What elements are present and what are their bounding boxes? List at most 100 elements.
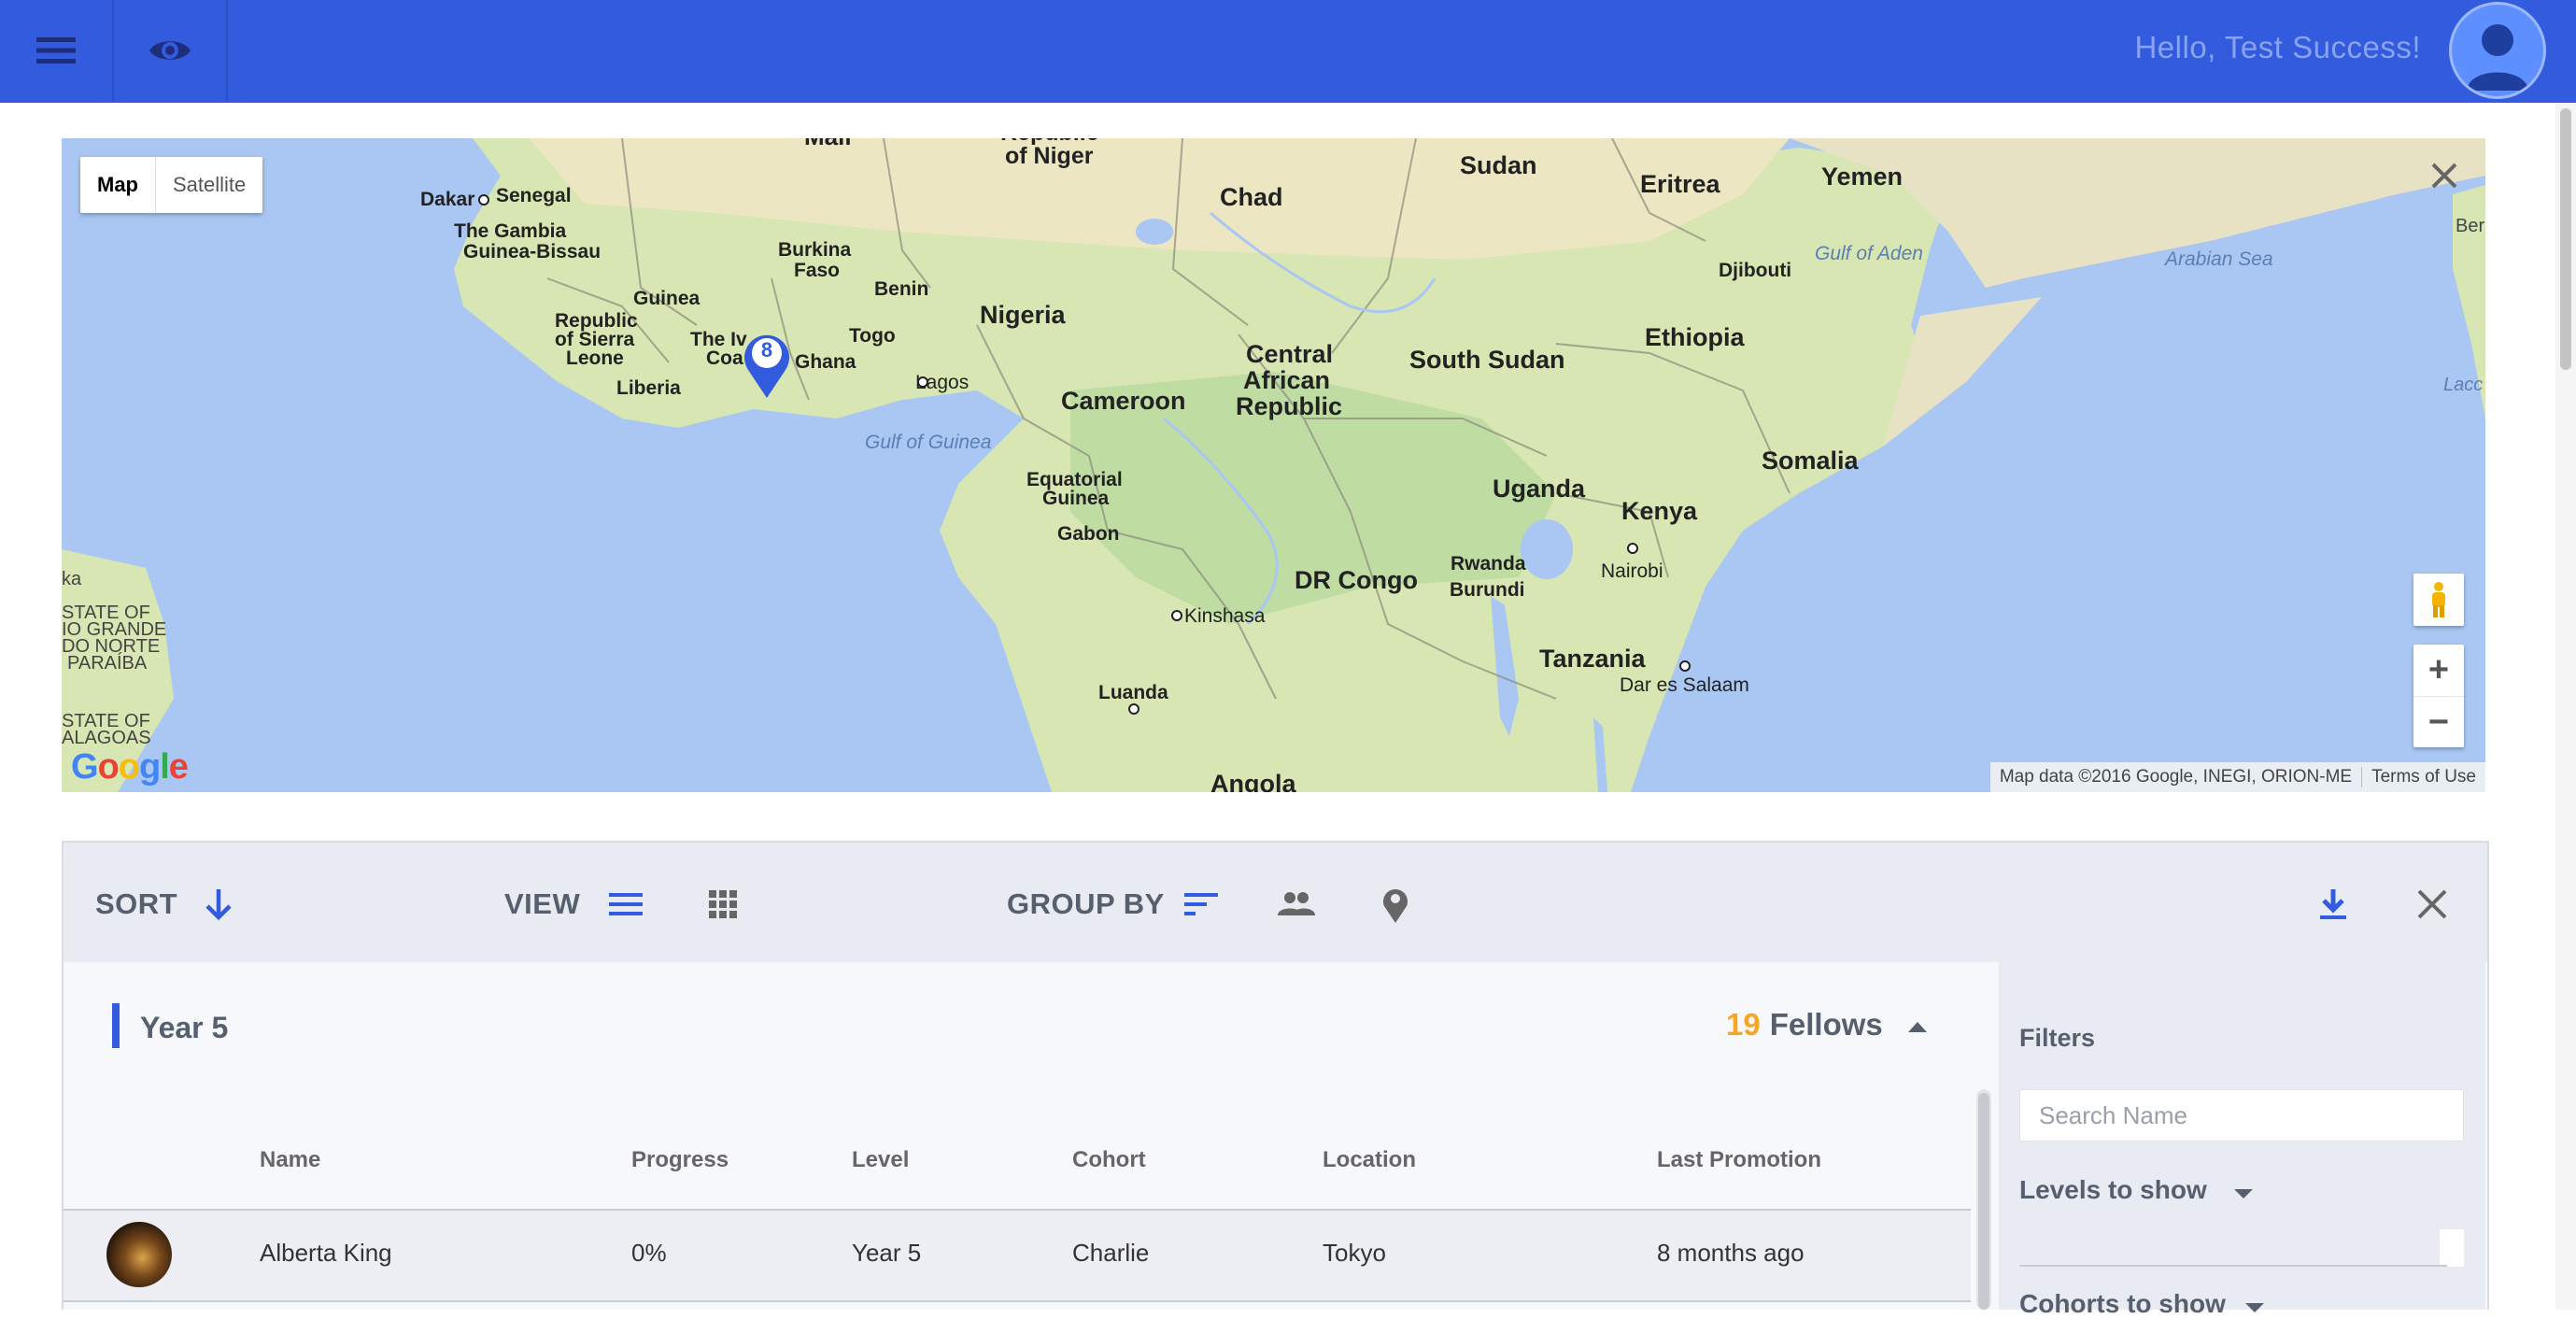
svg-text:Burkina: Burkina: [778, 239, 852, 261]
google-logo: Google: [71, 747, 189, 787]
levels-dropdown-icon[interactable]: [2232, 1184, 2255, 1203]
lake-chad: [1136, 219, 1173, 245]
svg-text:Kenya: Kenya: [1621, 497, 1698, 525]
map-marker-cluster[interactable]: 8: [741, 329, 793, 400]
group-title: Year 5: [140, 1011, 229, 1044]
svg-text:South Sudan: South Sudan: [1409, 346, 1564, 374]
svg-text:Djibouti: Djibouti: [1719, 260, 1791, 281]
svg-text:Nigeria: Nigeria: [980, 301, 1067, 329]
search-name-input[interactable]: [2019, 1089, 2464, 1142]
map-data-credit: Map data ©2016 Google, INEGI, ORION-ME: [1999, 767, 2353, 787]
svg-text:Gabon: Gabon: [1057, 523, 1120, 545]
svg-text:Kinshasa: Kinshasa: [1184, 605, 1266, 627]
svg-text:DR Congo: DR Congo: [1295, 566, 1418, 594]
filters-title: Filters: [2019, 1024, 2096, 1052]
svg-text:Dakar: Dakar: [420, 189, 474, 210]
svg-text:Leone: Leone: [566, 347, 624, 369]
top-app-bar: Hello, Test Success!: [0, 0, 2576, 103]
svg-text:Benin: Benin: [874, 278, 928, 300]
map-attribution: Map data ©2016 Google, INEGI, ORION-ME T…: [1989, 762, 2485, 792]
cell-level: Year 5: [852, 1239, 922, 1267]
collapse-group-icon[interactable]: [1905, 1014, 1930, 1039]
column-header-name[interactable]: Name: [260, 1147, 320, 1173]
svg-text:Rwanda: Rwanda: [1451, 553, 1526, 574]
sort-label: SORT: [95, 887, 178, 920]
eye-icon: [149, 41, 191, 60]
fellows-content: Year 5 19 Fellows Name Progress Level Coh…: [62, 962, 2489, 1318]
grid-view-icon[interactable]: [702, 884, 743, 925]
zoom-out-button[interactable]: −: [2413, 697, 2464, 748]
levels-divider: [2019, 1265, 2447, 1267]
cell-cohort: Charlie: [1072, 1239, 1150, 1267]
sort-arrow-down-icon[interactable]: [198, 884, 239, 925]
zoom-in-button[interactable]: +: [2413, 645, 2464, 697]
pegman-icon: [2432, 582, 2445, 617]
marker-count: 8: [760, 338, 773, 362]
group-by-location-icon[interactable]: [1375, 884, 1416, 925]
levels-to-show-label[interactable]: Levels to show: [2019, 1175, 2207, 1205]
svg-text:of Niger: of Niger: [1005, 143, 1094, 169]
svg-text:Yemen: Yemen: [1821, 163, 1903, 191]
row-divider: [64, 1300, 1971, 1302]
svg-text:Eritrea: Eritrea: [1640, 170, 1721, 198]
svg-text:Gulf of Aden: Gulf of Aden: [1815, 243, 1923, 264]
svg-text:Lacc: Lacc: [2443, 375, 2483, 395]
column-header-level[interactable]: Level: [852, 1147, 909, 1173]
cohorts-dropdown-icon[interactable]: [2243, 1298, 2266, 1317]
svg-text:Senegal: Senegal: [496, 185, 572, 206]
svg-text:Republic: Republic: [1236, 392, 1342, 420]
svg-text:Uganda: Uganda: [1493, 475, 1586, 503]
column-header-location[interactable]: Location: [1323, 1147, 1416, 1173]
download-icon[interactable]: [2313, 884, 2354, 925]
map-type-map-button[interactable]: Map: [80, 157, 156, 213]
svg-text:Somalia: Somalia: [1762, 447, 1860, 475]
page-scrollbar[interactable]: [2555, 103, 2576, 1310]
svg-text:Mali: Mali: [804, 138, 852, 150]
fellow-avatar[interactable]: [106, 1222, 172, 1287]
group-by-level-icon[interactable]: [1181, 884, 1222, 925]
map-canvas[interactable]: Mali Republic of Niger Sudan Eritrea Yem…: [62, 138, 2485, 792]
menu-icon: [36, 37, 76, 64]
svg-text:African: African: [1243, 366, 1330, 394]
zoom-control: + −: [2413, 645, 2464, 747]
lake-victoria: [1521, 519, 1573, 579]
fellows-count-label: Fellows: [1769, 1007, 1883, 1042]
cohorts-to-show-label[interactable]: Cohorts to show: [2019, 1289, 2226, 1319]
street-view-pegman[interactable]: [2413, 574, 2464, 626]
svg-text:Chad: Chad: [1220, 183, 1283, 211]
svg-text:Guinea: Guinea: [1042, 488, 1110, 509]
filters-panel: Filters Levels to show Cohorts to show: [1999, 962, 2485, 1318]
svg-text:Coa: Coa: [706, 347, 743, 369]
column-header-last-promotion[interactable]: Last Promotion: [1657, 1147, 1821, 1173]
cell-last-promotion: 8 months ago: [1657, 1239, 1805, 1267]
menu-button[interactable]: [0, 0, 114, 101]
fellows-count-number: 19: [1726, 1007, 1761, 1042]
svg-text:Angola: Angola: [1210, 770, 1296, 792]
svg-text:Ber: Ber: [2456, 216, 2484, 236]
close-icon[interactable]: [2412, 884, 2453, 925]
group-by-label: GROUP BY: [1007, 887, 1165, 920]
group-by-cohort-icon[interactable]: [1276, 884, 1317, 925]
fellows-list-panel: Year 5 19 Fellows Name Progress Level Coh…: [64, 962, 1999, 1310]
svg-text:Cameroon: Cameroon: [1061, 387, 1186, 415]
svg-text:PARAÍBA: PARAÍBA: [67, 652, 148, 674]
column-header-progress[interactable]: Progress: [631, 1147, 729, 1173]
column-header-cohort[interactable]: Cohort: [1072, 1147, 1146, 1173]
svg-text:Central: Central: [1246, 340, 1333, 368]
svg-text:Sudan: Sudan: [1460, 151, 1537, 179]
close-map-icon[interactable]: [2427, 159, 2461, 192]
svg-text:Arabian Sea: Arabian Sea: [2163, 248, 2273, 270]
map-type-satellite-button[interactable]: Satellite: [156, 157, 262, 213]
group-accent-bar: [112, 1003, 120, 1048]
levels-list-box[interactable]: [2440, 1229, 2464, 1267]
page-scrollbar-thumb[interactable]: [2560, 108, 2571, 370]
list-scrollbar-thumb[interactable]: [1978, 1093, 1989, 1310]
terms-of-use-link[interactable]: Terms of Use: [2362, 767, 2485, 787]
cell-name[interactable]: Alberta King: [260, 1239, 392, 1268]
cell-progress: 0%: [631, 1239, 667, 1267]
map-view[interactable]: Mali Republic of Niger Sudan Eritrea Yem…: [62, 138, 2485, 792]
view-toggle-button[interactable]: [114, 0, 228, 101]
svg-text:Dar es Salaam: Dar es Salaam: [1620, 674, 1749, 696]
list-view-icon[interactable]: [605, 884, 646, 925]
user-avatar-icon[interactable]: [2449, 2, 2546, 99]
